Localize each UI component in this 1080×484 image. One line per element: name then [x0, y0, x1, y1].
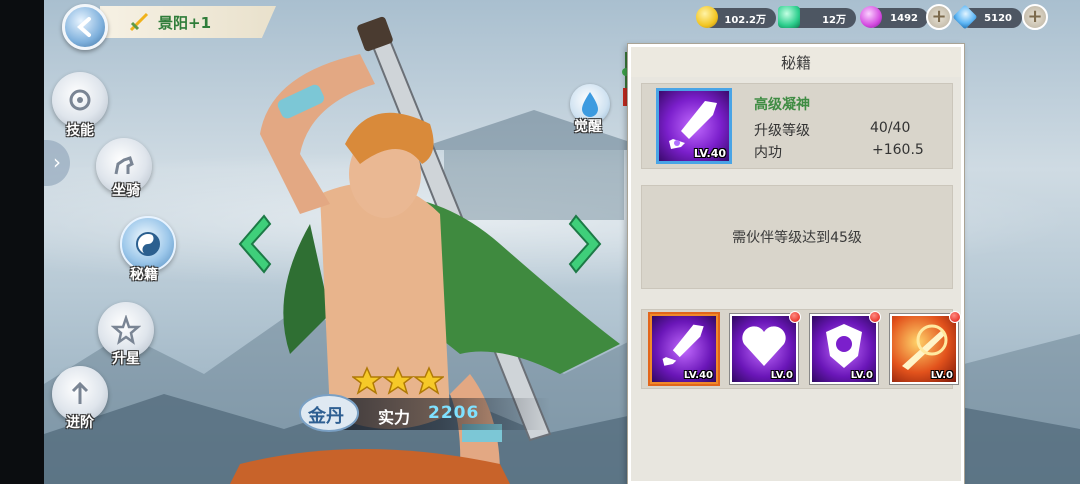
alert-dot — [949, 311, 961, 323]
secret-book-panel: 秘籍 LV.40 高级凝神 升级等级 40/40 内功 +160.5 需伙伴等级… — [628, 44, 964, 484]
skill-icon — [69, 89, 91, 111]
shield-icon — [826, 324, 862, 368]
sword-icon — [662, 324, 704, 366]
selected-level-tag: LV.40 — [693, 147, 726, 160]
skill-name: 高级凝神 — [754, 97, 810, 113]
alert-dot — [789, 311, 801, 323]
rank-text: 金丹 — [308, 406, 344, 427]
orb-counter: 1492 — [860, 6, 928, 28]
taichi-icon — [136, 232, 160, 256]
skill-info-box: LV.40 高级凝神 升级等级 40/40 内功 +160.5 — [641, 83, 953, 169]
green-gem-icon — [778, 6, 800, 28]
menu-secret-label: 秘籍 — [130, 267, 158, 283]
diamond-value: 5120 — [984, 12, 1012, 24]
hero-name: 景阳+1 — [158, 13, 212, 32]
add-diamond-button[interactable]: + — [1022, 4, 1048, 30]
power-value: 2206 — [428, 403, 480, 423]
sword-icon — [129, 12, 149, 32]
star-icon — [381, 366, 415, 395]
prev-hero-arrow-icon[interactable] — [234, 212, 274, 276]
awaken-label: 觉醒 — [574, 119, 602, 135]
menu-advance-label: 进阶 — [66, 415, 94, 431]
slot-level: LV.0 — [770, 370, 793, 381]
diamond-counter: 5120 — [952, 4, 1022, 30]
orb-value: 1492 — [890, 12, 918, 24]
slot-heart[interactable]: LV.0 — [730, 311, 801, 384]
menu-mount-label: 坐骑 — [112, 183, 140, 199]
star-icon — [352, 366, 384, 395]
upgrade-level-label: 升级等级 — [754, 123, 810, 139]
fire-slash-icon — [902, 324, 948, 370]
panel-header: 秘籍 — [631, 47, 961, 77]
screen-edge — [0, 0, 44, 484]
gold-coin-icon — [696, 6, 718, 28]
slot-level: LV.0 — [930, 370, 953, 381]
alert-dot — [869, 311, 881, 323]
jade-counter: 12万 — [778, 6, 856, 28]
skill-slots: LV.40 LV.0 LV.0 LV.0 — [641, 309, 961, 389]
add-orb-button[interactable]: + — [926, 4, 952, 30]
inner-power-value: +160.5 — [872, 142, 924, 158]
upgrade-level-value: 40/40 — [870, 120, 911, 136]
next-hero-arrow-icon[interactable] — [566, 212, 606, 276]
hero-title-banner: 景阳+1 — [100, 6, 276, 38]
menu-skill-label: 技能 — [66, 123, 94, 139]
inner-power-label: 内功 — [754, 145, 782, 161]
back-arrow-icon — [76, 17, 91, 37]
gold-value: 102.2万 — [724, 14, 766, 26]
requirement-box: 需伙伴等级达到45级 — [641, 185, 953, 289]
slot-fire[interactable]: LV.0 — [890, 311, 961, 384]
purple-orb-icon — [860, 6, 882, 28]
gold-counter: 102.2万 — [696, 6, 776, 28]
power-label: 实力 — [378, 408, 411, 427]
jade-value: 12万 — [822, 14, 846, 26]
heart-icon — [742, 326, 786, 366]
rank-badge: 金丹 — [298, 392, 360, 434]
hero-stars — [352, 366, 444, 395]
slot-shield[interactable]: LV.0 — [810, 311, 881, 384]
star-icon — [412, 366, 444, 395]
requirement-text: 需伙伴等级达到45级 — [732, 230, 862, 246]
slot-level: LV.0 — [850, 370, 873, 381]
back-button[interactable] — [62, 4, 108, 50]
selected-skill-icon: LV.40 — [656, 88, 732, 164]
stars-icon — [111, 315, 141, 345]
panel-title: 秘籍 — [780, 54, 811, 72]
horse-icon — [114, 156, 134, 175]
slot-level: LV.40 — [683, 370, 713, 381]
menu-star-label: 升星 — [112, 351, 140, 367]
slot-sword[interactable]: LV.40 — [650, 314, 718, 384]
upgrade-arrow-icon — [71, 381, 89, 404]
